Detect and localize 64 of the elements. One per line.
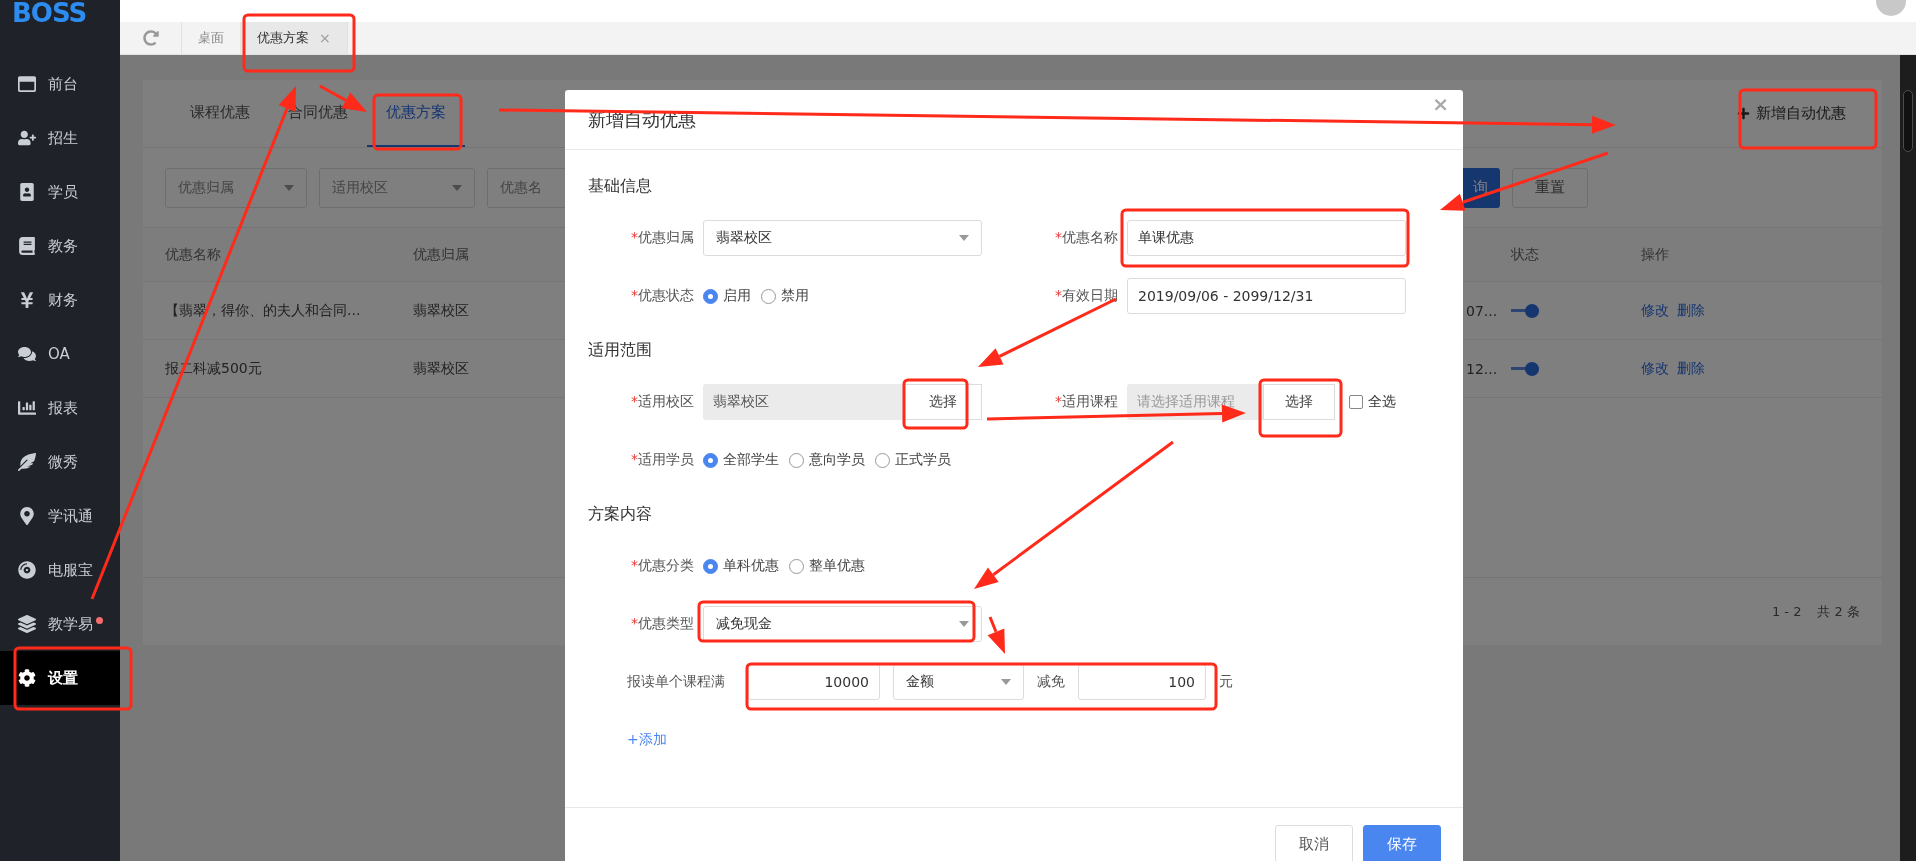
unit-label: 元 [1219,673,1233,691]
sidebar-item[interactable]: 设置 [0,651,120,705]
radio-option[interactable]: 全部学生 [703,451,779,469]
select-field[interactable]: 减免现金 [703,606,982,642]
field-label: *适用学员 [630,451,694,469]
add-link[interactable]: +添加 [627,731,667,749]
field-label: *优惠类型 [630,615,694,633]
reset-button[interactable]: 重置 [1512,167,1588,208]
sidebar-item[interactable]: 教务 [0,219,120,273]
radio-option[interactable]: 整单优惠 [789,557,865,575]
radio-option[interactable]: 意向学员 [789,451,865,469]
section-title: 方案内容 [587,502,652,525]
field-label: *适用课程 [1054,393,1118,411]
picker-field[interactable]: 翡翠校区 [703,384,904,420]
section-title: 基础信息 [587,174,652,197]
sidebar-item[interactable]: 教学易 [0,597,120,651]
page-range: 1 - 2 [1771,604,1802,619]
rule-label: 报读单个课程满 [627,673,726,691]
table-cell-text: 12... [1466,360,1499,377]
field-label: *优惠状态 [630,287,694,305]
logo: BOSS [12,0,87,22]
select-button[interactable]: 选择 [1263,384,1335,420]
table-cell-text: 翡翠校区 [412,359,470,378]
sidebar-item[interactable]: 报表 [0,381,120,435]
radio-option[interactable]: 禁用 [761,287,809,305]
table-cell-text: 翡翠校区 [412,301,470,320]
tab[interactable]: 课程优惠 [171,80,269,147]
sidebar-item[interactable]: 学讯通 [0,489,120,543]
sidebar-item[interactable]: 电服宝 [0,543,120,597]
field-label: *有效日期 [1054,287,1118,305]
select-all-checkbox[interactable]: 全选 [1349,393,1396,411]
select-button[interactable]: 选择 [904,384,982,420]
input-field[interactable]: 2019/09/06 - 2099/12/31 [1127,278,1406,314]
column-header: 状态 [1511,245,1540,264]
column-header: 操作 [1641,245,1670,264]
discount-field[interactable]: 100 [1078,664,1206,700]
column-header: 优惠名称 [164,245,222,264]
page-tab[interactable]: 优惠方案 × [241,22,348,54]
input-field[interactable]: 单课优惠 [1127,220,1406,256]
discount-label: 减免 [1037,673,1065,691]
sidebar-item[interactable]: 财务 [0,273,120,327]
column-header: 优惠归属 [412,245,470,264]
add-button[interactable]: 新增自动优惠 [1731,103,1852,124]
field-label: *适用校区 [630,393,694,411]
field-label: *优惠分类 [630,557,694,575]
section-title: 适用范围 [587,338,652,361]
table-cell-text: 【翡翠，得你、的夫人和合同... [164,301,362,320]
field-label: *优惠归属 [630,229,694,247]
sidebar-item[interactable]: 微秀 [0,435,120,489]
select-field[interactable]: 翡翠校区 [703,220,982,256]
radio-option[interactable]: 启用 [703,287,751,305]
table-cell-text: 07... [1466,302,1499,319]
sidebar-item[interactable]: 学员 [0,165,120,219]
cancel-button[interactable]: 取消 [1275,825,1353,861]
threshold-field[interactable]: 10000 [748,664,880,700]
radio-option[interactable]: 单科优惠 [703,557,779,575]
radio-option[interactable]: 正式学员 [875,451,951,469]
sidebar-item[interactable]: OA [0,327,120,381]
field-label: *优惠名称 [1054,229,1118,247]
sidebar-item[interactable]: 前台 [0,57,120,111]
save-button[interactable]: 保存 [1363,825,1441,861]
sidebar-item[interactable]: 招生 [0,111,120,165]
unit-select[interactable]: 金额 [893,664,1024,700]
total-count: 共 2 条 [1817,602,1860,621]
